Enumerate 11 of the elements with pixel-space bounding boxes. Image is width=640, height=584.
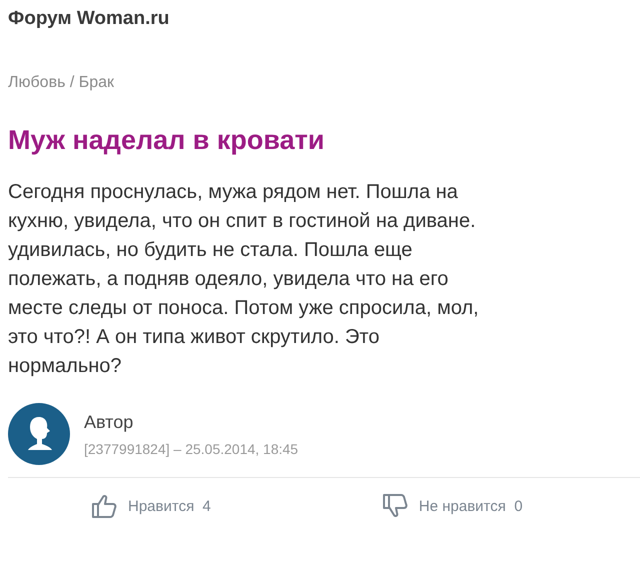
post-body: Сегодня проснулась, мужа рядом нет. Пошла на кухню, увидела, что он спит в гостиной на диване. удивилась, но будить не стала. Пошла еще полежать, а подняв одеяло, увидела что на его месте следы от поноса. Потом уже спросила, мол, это что?! А он типа живот скрутило. Это нормально? [8,180,480,379]
site-title: Форум Woman.ru [8,8,170,30]
post-title: Муж наделал в кровати [8,125,326,156]
thumbs-up-icon [90,492,118,520]
thumbs-down-icon [380,492,409,520]
post-meta: [2377991824] – 25.05.2014, 18:45 [84,440,298,456]
like-button[interactable]: Нравится 4 [90,492,211,520]
dislike-button[interactable]: Не нравится 0 [380,492,523,520]
author-name: Автор [84,412,134,432]
breadcrumb: Любовь / Брак [8,74,116,92]
avatar-icon [8,403,70,465]
